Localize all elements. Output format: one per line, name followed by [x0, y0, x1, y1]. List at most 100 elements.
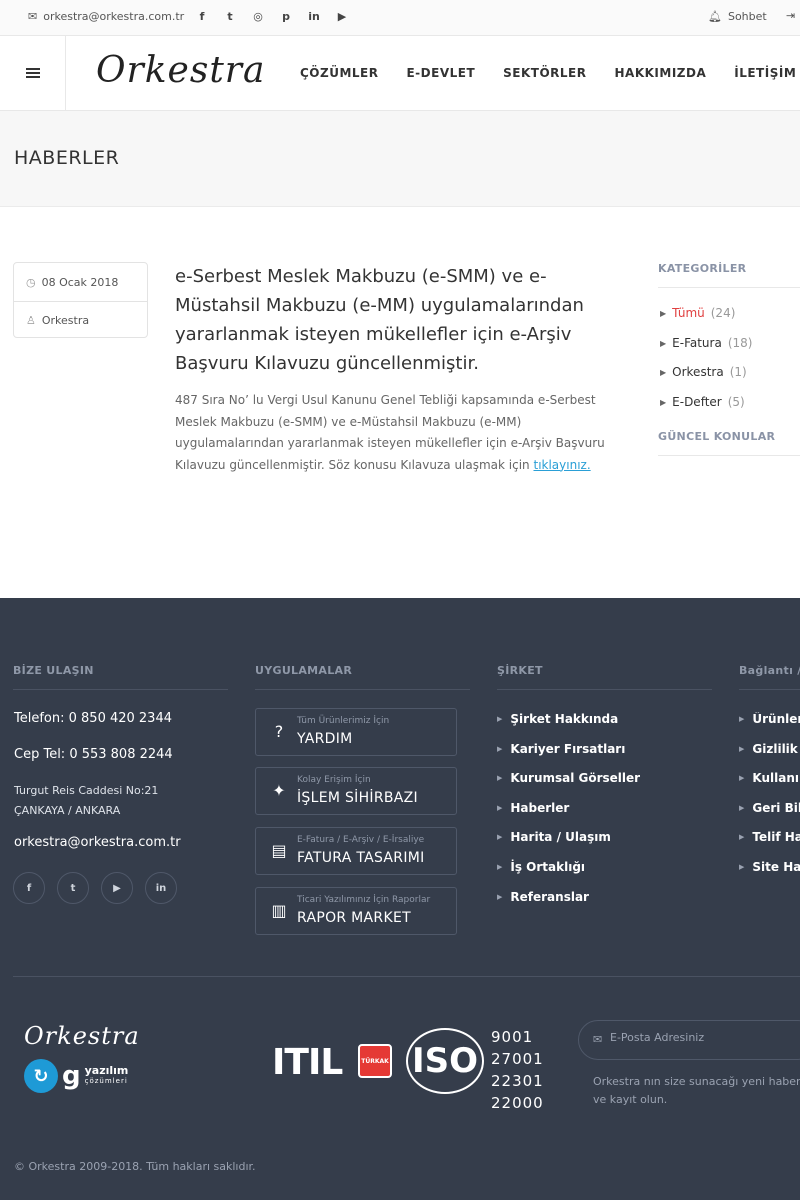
footer-link[interactable]: ▶ İş Ortaklığı [497, 860, 640, 890]
footer-link-label: Referanslar [510, 889, 589, 904]
caret-right-icon: ▶ [739, 774, 745, 783]
gyazilim-name: yazılım [84, 1064, 129, 1077]
footer-link[interactable]: ▶ Referanslar [497, 890, 640, 920]
facebook-icon[interactable]: f [13, 872, 45, 904]
footer-link-label: Site Hari [752, 859, 800, 874]
article-date-text: 08 Ocak 2018 [41, 275, 119, 289]
youtube-icon[interactable]: ▶ [336, 10, 348, 23]
footer-link[interactable]: ▶ Telif Hak [739, 830, 800, 860]
user-icon: ♙ [26, 314, 36, 327]
newsletter-text: Orkestra nın size sunacağı yeni haber ve… [593, 1075, 800, 1106]
nav-item-hakkimizda[interactable]: HAKKIMIZDA [615, 66, 707, 80]
phone-text[interactable]: Telefon: 0 850 420 2344 [14, 711, 172, 726]
footer-logo[interactable]: Orkestra [24, 1022, 140, 1050]
footer-link-label: Haberler [510, 800, 570, 815]
footer-link[interactable]: ▶ Şirket Hakkında [497, 712, 640, 742]
nav-item-iletisim[interactable]: İLETİŞİM [734, 66, 796, 80]
nav-item-cozumler[interactable]: ÇÖZÜMLER [300, 66, 378, 80]
gyazilim-logo[interactable]: ↻ g yazılım çözümleri [24, 1059, 128, 1093]
itil-logo: ITIL [272, 1042, 343, 1083]
iso-logo: ISO [406, 1028, 484, 1094]
main-header: Orkestra ÇÖZÜMLER E-DEVLET SEKTÖRLER HAK… [0, 36, 800, 111]
app-invoice-design-button[interactable]: ▤ E-Fatura / E-Arşiv / E-İrsaliye FATURA… [255, 827, 457, 875]
app-wizard-button[interactable]: ✦ Kolay Erişim İçin İŞLEM SİHİRBAZI [255, 767, 457, 815]
login-icon[interactable]: ⇥ [786, 9, 795, 22]
linkedin-icon[interactable]: in [145, 872, 177, 904]
app-help-button[interactable]: ? Tüm Ürünlerimiz İçin YARDIM [255, 708, 457, 756]
caret-right-icon: ▶ [497, 892, 503, 901]
help-icon: ? [274, 722, 284, 741]
category-item-orkestra[interactable]: ▶ Orkestra (1) [658, 365, 800, 395]
caret-right-icon: ▶ [739, 833, 745, 842]
top-email-text: orkestra@orkestra.com.tr [43, 10, 185, 23]
footer-link[interactable]: ▶ Harita / Ulaşım [497, 830, 640, 860]
topics-title: GÜNCEL KONULAR [658, 430, 800, 456]
footer-email[interactable]: orkestra@orkestra.com.tr [14, 835, 181, 850]
facebook-icon[interactable]: f [196, 10, 208, 23]
article-date: ◷ 08 Ocak 2018 [14, 263, 147, 301]
instagram-icon[interactable]: ◎ [252, 10, 264, 23]
footer-link[interactable]: ▶ Site Hari [739, 860, 800, 890]
footer-link[interactable]: ▶ Kullanım [739, 771, 800, 801]
footer-link-label: İş Ortaklığı [510, 859, 586, 874]
top-email-link[interactable]: ✉ orkestra@orkestra.com.tr [28, 10, 184, 23]
copyright: © Orkestra 2009-2018. Tüm hakları saklıd… [14, 1160, 256, 1173]
hamburger-icon [25, 68, 40, 78]
caret-right-icon: ▶ [739, 715, 745, 723]
app-big-text: RAPOR MARKET [297, 910, 411, 926]
sidebar: KATEGORİLER ▶ Tümü (24) ▶ E-Fatura (18) … [658, 262, 800, 456]
category-item-tumu[interactable]: ▶ Tümü (24) [658, 306, 800, 336]
magic-wand-icon: ✦ [272, 781, 286, 800]
twitter-icon[interactable]: t [224, 10, 236, 23]
category-item-e-defter[interactable]: ▶ E-Defter (5) [658, 395, 800, 425]
company-title: ŞİRKET [497, 664, 712, 690]
caret-right-icon: ▶ [660, 338, 667, 348]
category-item-e-fatura[interactable]: ▶ E-Fatura (18) [658, 336, 800, 366]
apps-title: UYGULAMALAR [255, 664, 470, 690]
footer-link[interactable]: ▶ Gizlilik [739, 742, 800, 772]
newsletter-form: ✉ [578, 1020, 800, 1060]
caret-right-icon: ▶ [660, 309, 667, 318]
iso-number: 27001 [491, 1050, 544, 1068]
caret-right-icon: ▶ [739, 744, 745, 753]
nav-item-e-devlet[interactable]: E-DEVLET [406, 66, 475, 80]
contact-title: BİZE ULAŞIN [13, 664, 228, 690]
caret-right-icon: ▶ [497, 803, 503, 812]
article-title: e-Serbest Meslek Makbuzu (e-SMM) ve e-Mü… [175, 266, 584, 374]
category-label: Tümü [672, 306, 705, 320]
main-nav: ÇÖZÜMLER E-DEVLET SEKTÖRLER HAKKIMIZDA İ… [300, 66, 796, 80]
article-link[interactable]: tıklayınız. [533, 458, 590, 472]
twitter-icon[interactable]: t [57, 872, 89, 904]
categories-title: KATEGORİLER [658, 262, 800, 288]
pinterest-icon[interactable]: p [280, 10, 292, 23]
article-author-text: Orkestra [41, 314, 90, 327]
footer-link[interactable]: ▶ Ürünler [739, 712, 800, 742]
legal-links: ▶Ürünler ▶Gizlilik ▶Kullanım ▶Geri Bild … [739, 712, 800, 890]
category-list: ▶ Tümü (24) ▶ E-Fatura (18) ▶ Orkestra (… [658, 288, 800, 424]
envelope-icon: ✉ [593, 1033, 603, 1046]
nav-item-sektorler[interactable]: SEKTÖRLER [503, 66, 586, 80]
article: e-Serbest Meslek Makbuzu (e-SMM) ve e-Mü… [175, 262, 625, 476]
barcode-icon: ▥ [271, 901, 287, 920]
footer-link-label: Telif Hak [752, 830, 800, 845]
caret-right-icon: ▶ [497, 862, 503, 871]
invoice-design-icon: ▤ [271, 841, 287, 860]
app-report-market-button[interactable]: ▥ Ticari Yazılımınız İçin Raporlar RAPOR… [255, 887, 457, 935]
linkedin-icon[interactable]: in [308, 10, 320, 23]
footer-link[interactable]: ▶ Geri Bild [739, 801, 800, 831]
chat-button[interactable]: 🔔︎ Sohbet [708, 10, 767, 23]
footer-link[interactable]: ▶ Kariyer Fırsatları [497, 742, 640, 772]
mobile-text[interactable]: Cep Tel: 0 553 808 2244 [14, 747, 173, 762]
footer-divider [13, 976, 800, 977]
footer-link[interactable]: ▶ Haberler [497, 801, 640, 831]
caret-right-icon: ▶ [739, 862, 745, 871]
footer-link[interactable]: ▶ Kurumsal Görseller [497, 771, 640, 801]
menu-button[interactable] [0, 36, 66, 110]
caret-right-icon: ▶ [497, 715, 503, 723]
site-logo[interactable]: Orkestra [96, 50, 265, 91]
footer-link-label: Geri Bild [752, 800, 800, 815]
newsletter-email-input[interactable] [610, 1031, 800, 1044]
page-title-band: HABERLER [0, 111, 800, 207]
iso-numbers: 9001 27001 22301 22000 [491, 1026, 544, 1114]
youtube-icon[interactable]: ▶ [101, 872, 133, 904]
